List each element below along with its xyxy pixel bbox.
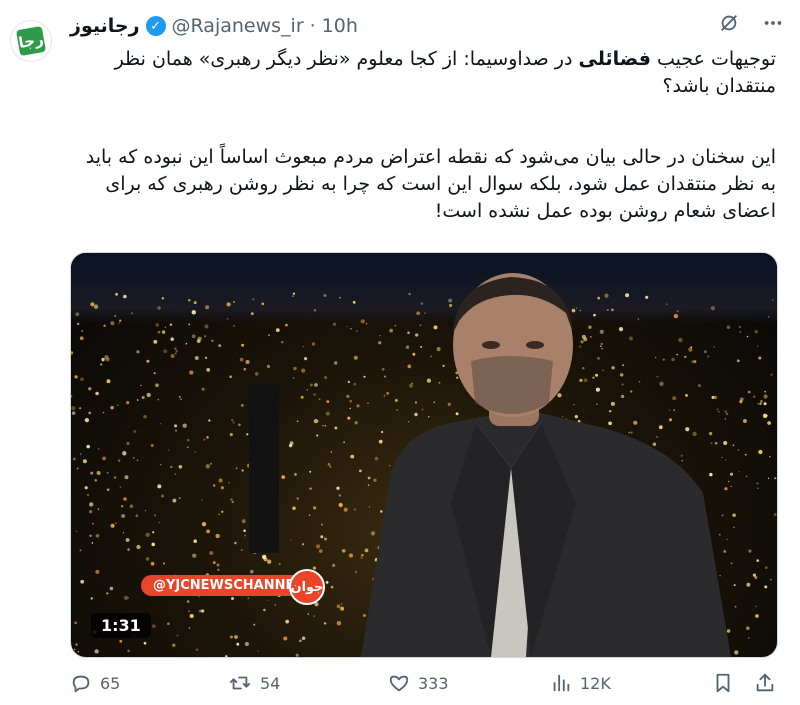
reply-button[interactable]: 65 [70, 672, 120, 694]
share-icon [756, 673, 774, 692]
bookmark-button[interactable] [712, 672, 734, 694]
reply-icon [72, 675, 90, 693]
views-button[interactable]: 12K [550, 672, 611, 694]
views-count: 12K [580, 673, 611, 693]
avatar-logo: رجا [15, 25, 47, 57]
avatar[interactable]: رجا [10, 20, 52, 62]
heart-icon [389, 675, 409, 692]
channel-logo: جوان [289, 569, 325, 605]
share-button[interactable] [754, 672, 776, 694]
top-actions [718, 12, 784, 34]
more-icon[interactable] [762, 12, 784, 34]
reply-count: 65 [100, 673, 121, 693]
video-duration: 1:31 [91, 613, 151, 638]
repost-icon [229, 676, 251, 690]
tweet-headline: توجیهات عجیب فضائلی در صداوسیما: از کجا … [70, 46, 776, 100]
tweet-header: رجانیوز ✓ @Rajanews_ir · 10h [70, 12, 358, 40]
speaker-image [361, 273, 731, 657]
headline-bold-name: فضائلی [578, 48, 651, 70]
repost-button[interactable]: 54 [228, 672, 280, 694]
like-count: 333 [418, 673, 449, 693]
headline-pre: توجیهات عجیب [650, 48, 776, 70]
video-player[interactable]: @YJCNEWSCHANNEL جوان 1:31 [70, 252, 778, 658]
repost-count: 54 [260, 673, 281, 693]
display-name[interactable]: رجانیوز [70, 15, 140, 37]
like-button[interactable]: 333 [388, 672, 449, 694]
tweet-body: این سخنان در حالی بیان می‌شود که نقطه اع… [85, 146, 776, 222]
grok-icon[interactable] [718, 12, 740, 34]
views-icon [553, 674, 570, 692]
post-time[interactable]: 10h [322, 15, 358, 37]
header-separator: · [309, 15, 316, 37]
bookmark-icon [716, 673, 730, 693]
action-bar: 65 54 333 12K [70, 672, 776, 700]
verified-badge-icon: ✓ [145, 16, 166, 36]
user-handle[interactable]: @Rajanews_ir [172, 15, 304, 37]
